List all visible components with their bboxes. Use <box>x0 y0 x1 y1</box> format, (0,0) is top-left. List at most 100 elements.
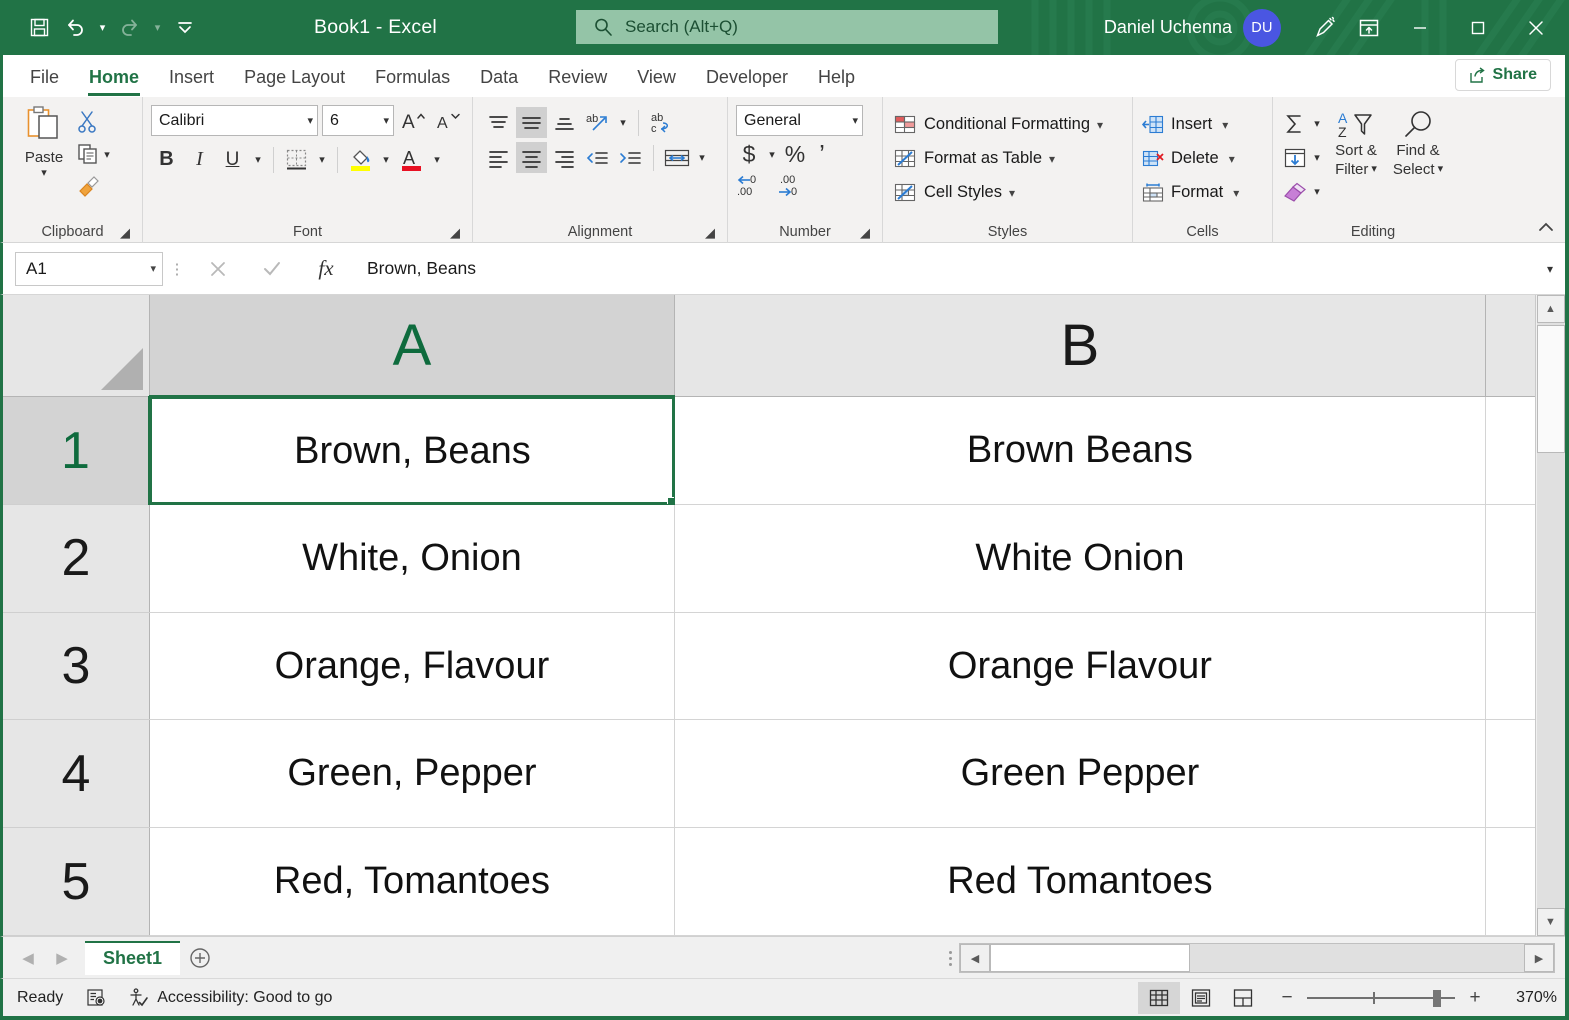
clear-button[interactable]: ▾ <box>1281 175 1325 208</box>
cell-b5[interactable]: Red Tomantoes <box>674 828 1485 936</box>
chevron-down-icon[interactable]: ▾ <box>1371 160 1377 179</box>
expand-formula-bar-button[interactable]: ▾ <box>1535 252 1565 286</box>
fill-color-dropdown-icon[interactable]: ▾ <box>378 144 394 175</box>
horizontal-scrollbar[interactable]: ◀ ▶ <box>959 943 1555 973</box>
cell-a3[interactable]: Orange, Flavour <box>150 612 675 720</box>
sort-and-filter-button[interactable]: A Z Sort & Filter▾ <box>1325 107 1387 208</box>
scroll-right-button[interactable]: ▶ <box>1524 944 1554 972</box>
select-all-corner[interactable] <box>3 295 150 397</box>
row-header-4[interactable]: 4 <box>3 720 150 828</box>
maximize-button[interactable] <box>1449 0 1507 55</box>
chevron-down-icon[interactable]: ▾ <box>1229 152 1235 166</box>
chevron-down-icon[interactable]: ▾ <box>1233 186 1239 200</box>
share-button[interactable]: Share <box>1455 59 1551 91</box>
decrease-decimal-button[interactable]: .00 0 <box>776 172 810 203</box>
undo-dropdown-icon[interactable]: ▾ <box>94 11 111 45</box>
font-size-select[interactable]: 6 ▾ <box>322 105 394 136</box>
clear-dropdown-icon[interactable]: ▾ <box>1309 176 1325 207</box>
borders-dropdown-icon[interactable]: ▾ <box>314 144 330 175</box>
orientation-dropdown-icon[interactable]: ▾ <box>615 107 631 138</box>
font-name-select[interactable]: Calibri ▾ <box>151 105 318 136</box>
chevron-down-icon[interactable]: ▾ <box>1222 118 1228 132</box>
tab-review[interactable]: Review <box>533 57 622 97</box>
increase-font-size-button[interactable]: A <box>398 105 429 136</box>
autosum-dropdown-icon[interactable]: ▾ <box>1309 108 1325 139</box>
formula-input[interactable]: Brown, Beans <box>353 252 1535 286</box>
column-header-b[interactable]: B <box>674 295 1485 397</box>
cell-a5[interactable]: Red, Tomantoes <box>150 828 675 936</box>
fill-dropdown-icon[interactable]: ▾ <box>1309 142 1325 173</box>
ribbon-display-options-icon[interactable] <box>1347 6 1391 50</box>
record-macro-icon[interactable] <box>85 987 107 1009</box>
cell-b4[interactable]: Green Pepper <box>674 720 1485 828</box>
sheet-tab-sheet1[interactable]: Sheet1 <box>85 941 180 975</box>
row-header-2[interactable]: 2 <box>3 504 150 612</box>
redo-dropdown-icon[interactable]: ▾ <box>149 11 166 45</box>
increase-indent-button[interactable] <box>615 142 646 173</box>
save-button[interactable] <box>22 11 56 45</box>
accounting-dropdown-icon[interactable]: ▾ <box>764 139 780 170</box>
cell-a1[interactable]: Brown, Beans <box>150 397 675 505</box>
tab-help[interactable]: Help <box>803 57 870 97</box>
middle-align-button[interactable] <box>516 107 547 138</box>
font-dialog-launcher[interactable]: ◢ <box>450 225 466 241</box>
cell-a2[interactable]: White, Onion <box>150 504 675 612</box>
tab-formulas[interactable]: Formulas <box>360 57 465 97</box>
tab-home[interactable]: Home <box>74 57 154 97</box>
increase-decimal-button[interactable]: 0 .00 <box>736 172 770 203</box>
pen-icon[interactable] <box>1303 6 1347 50</box>
tab-file[interactable]: File <box>15 57 74 97</box>
zoom-slider-thumb[interactable] <box>1433 990 1441 1007</box>
merge-and-center-button[interactable] <box>661 142 692 173</box>
paste-button[interactable]: Paste ▾ <box>11 103 77 201</box>
previous-sheet-button[interactable]: ◀ <box>11 941 45 975</box>
copy-button[interactable]: ▾ <box>77 139 115 169</box>
zoom-out-button[interactable]: − <box>1276 987 1298 1009</box>
scroll-down-button[interactable]: ▼ <box>1537 908 1565 936</box>
format-cells-button[interactable]: Format ▾ <box>1141 177 1239 208</box>
tab-insert[interactable]: Insert <box>154 57 229 97</box>
chevron-down-icon[interactable]: ▾ <box>1049 152 1055 166</box>
search-box[interactable]: Search (Alt+Q) <box>576 10 998 44</box>
horizontal-scroll-thumb[interactable] <box>990 944 1190 972</box>
cell-a4[interactable]: Green, Pepper <box>150 720 675 828</box>
tab-view[interactable]: View <box>622 57 691 97</box>
cut-button[interactable] <box>77 107 115 137</box>
cell-b1[interactable]: Brown Beans <box>674 397 1485 505</box>
customize-quick-access-toolbar-icon[interactable] <box>168 11 202 45</box>
find-and-select-button[interactable]: Find & Select▾ <box>1387 107 1449 208</box>
bold-button[interactable]: B <box>151 144 182 175</box>
cell-b3[interactable]: Orange Flavour <box>674 612 1485 720</box>
wrap-text-button[interactable]: ab c <box>646 107 677 138</box>
page-break-preview-button[interactable] <box>1222 982 1264 1014</box>
center-button[interactable] <box>516 142 547 173</box>
vertical-scroll-thumb[interactable] <box>1537 325 1565 453</box>
close-button[interactable] <box>1507 0 1565 55</box>
enter-formula-button[interactable] <box>245 252 299 286</box>
merge-dropdown-icon[interactable]: ▾ <box>694 142 710 173</box>
chevron-down-icon[interactable]: ▾ <box>1438 160 1444 179</box>
vertical-scrollbar[interactable]: ▲ ▼ <box>1535 295 1565 936</box>
next-sheet-button[interactable]: ▶ <box>45 941 79 975</box>
accessibility-status[interactable]: Accessibility: Good to go <box>127 987 332 1009</box>
format-as-table-button[interactable]: Format as Table ▾ <box>893 143 1103 174</box>
undo-button[interactable] <box>58 11 92 45</box>
formula-bar-grip[interactable]: ⋮ <box>163 260 191 278</box>
decrease-indent-button[interactable] <box>582 142 613 173</box>
borders-button[interactable] <box>281 144 312 175</box>
cancel-formula-button[interactable] <box>191 252 245 286</box>
align-right-button[interactable] <box>549 142 580 173</box>
conditional-formatting-button[interactable]: Conditional Formatting ▾ <box>893 109 1103 140</box>
insert-cells-button[interactable]: Insert ▾ <box>1141 109 1239 140</box>
redo-button[interactable] <box>113 11 147 45</box>
comma-format-button[interactable]: ’ <box>810 139 834 170</box>
top-align-button[interactable] <box>483 107 514 138</box>
cell-b2[interactable]: White Onion <box>674 504 1485 612</box>
page-layout-view-button[interactable] <box>1180 982 1222 1014</box>
font-color-dropdown-icon[interactable]: ▾ <box>429 144 445 175</box>
accounting-format-button[interactable]: $ <box>736 139 762 170</box>
horizontal-scroll-grip[interactable] <box>941 951 959 966</box>
chevron-down-icon[interactable]: ▾ <box>1009 186 1015 200</box>
add-sheet-button[interactable] <box>180 941 220 975</box>
vertical-scroll-track[interactable] <box>1537 323 1565 908</box>
